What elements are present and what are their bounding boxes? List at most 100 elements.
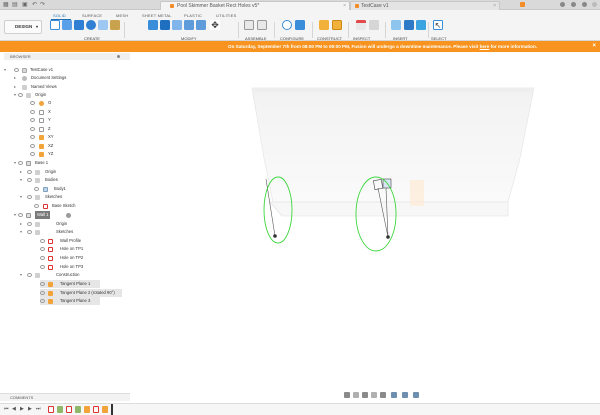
move-icon[interactable]: ✥ <box>210 20 220 30</box>
close-icon[interactable]: × <box>592 41 596 52</box>
play-icon[interactable]: ▶ <box>20 407 25 412</box>
wall-body[interactable] <box>251 87 535 203</box>
hole-icon[interactable] <box>98 20 108 30</box>
timeline-sketch-icon[interactable] <box>66 406 72 413</box>
eye-icon[interactable] <box>30 152 35 156</box>
configure-icon[interactable] <box>282 20 292 30</box>
eye-icon[interactable] <box>27 170 32 174</box>
display-settings-icon[interactable] <box>391 392 397 398</box>
timeline-extrude-icon[interactable] <box>75 406 81 413</box>
eye-icon[interactable] <box>40 239 45 243</box>
chevron-down-icon[interactable]: ▾ <box>20 176 24 184</box>
eye-icon[interactable] <box>40 282 45 286</box>
eye-icon[interactable] <box>30 101 35 105</box>
eye-icon[interactable] <box>27 230 32 234</box>
eye-icon[interactable] <box>18 161 23 165</box>
timeline-extrude-icon[interactable] <box>57 406 63 413</box>
step-back-icon[interactable]: ◀ <box>12 407 17 412</box>
pan-icon[interactable] <box>362 392 368 398</box>
new-tab-icon[interactable] <box>520 2 525 7</box>
pattern-icon[interactable] <box>110 20 120 30</box>
base-plate[interactable] <box>269 201 509 217</box>
eye-icon[interactable] <box>40 247 45 251</box>
eye-icon[interactable] <box>40 291 45 295</box>
save-icon[interactable]: ▣ <box>22 2 28 8</box>
timeline-plane-icon[interactable] <box>102 406 108 413</box>
eye-icon[interactable] <box>18 93 23 97</box>
parameters-icon[interactable] <box>295 20 305 30</box>
eye-icon[interactable] <box>27 222 32 226</box>
grid-settings-icon[interactable] <box>402 392 408 398</box>
eye-icon[interactable] <box>30 144 35 148</box>
browser-node-axis-z[interactable]: Z <box>26 125 86 133</box>
chevron-right-icon[interactable]: ▸ <box>14 83 18 91</box>
axis-icon[interactable] <box>332 20 342 30</box>
model-viewport[interactable] <box>130 52 600 390</box>
banner-link[interactable]: here <box>480 44 490 49</box>
extrude-icon[interactable] <box>74 20 84 30</box>
close-icon[interactable]: × <box>493 2 496 10</box>
browser-node-root[interactable]: ▾ TestCase v1 <box>4 66 104 74</box>
redo-icon[interactable]: ↷ <box>40 2 46 8</box>
chevron-right-icon[interactable]: ▸ <box>20 220 24 228</box>
browser-node-origin[interactable]: ▾ Origin <box>14 91 104 99</box>
shell-icon[interactable] <box>184 20 194 30</box>
eye-icon[interactable] <box>30 110 35 114</box>
viewports-icon[interactable] <box>413 392 419 398</box>
workspace-switcher-button[interactable]: DESIGN ▾ <box>4 20 42 34</box>
viewport-graphics[interactable] <box>130 52 600 390</box>
look-at-icon[interactable] <box>353 392 359 398</box>
tab-plastic[interactable]: PLASTIC <box>184 13 202 18</box>
undo-icon[interactable]: ↶ <box>32 2 38 8</box>
chamfer-icon[interactable] <box>172 20 182 30</box>
browser-node-tangent-plane-2[interactable]: Tangent Plane 2 (rotated 90°) <box>40 289 122 297</box>
chevron-right-icon[interactable]: ▸ <box>20 168 24 176</box>
chevron-down-icon[interactable]: ▾ <box>20 271 24 279</box>
browser-node-construction[interactable]: ▾ Construction <box>20 271 110 279</box>
skip-to-start-icon[interactable]: ⏮ <box>4 407 9 412</box>
browser-node-base-sketch[interactable]: Base Sketch <box>30 202 110 210</box>
fillet-icon[interactable] <box>160 20 170 30</box>
browser-node-base-origin[interactable]: ▸ Origin <box>20 168 110 176</box>
eye-icon[interactable] <box>34 187 39 191</box>
fit-icon[interactable] <box>380 392 386 398</box>
browser-node-document-settings[interactable]: ▸ Document Settings <box>14 74 104 82</box>
tab-sheet-metal[interactable]: SHEET METAL <box>142 13 172 18</box>
interference-icon[interactable] <box>369 20 379 30</box>
select-cursor-icon[interactable]: ↖ <box>433 20 443 30</box>
create-sketch-icon[interactable] <box>50 20 60 30</box>
eye-icon[interactable] <box>30 135 35 139</box>
browser-node-base-1[interactable]: ▾ Base 1 <box>14 159 104 167</box>
document-tab-pool-skimmer[interactable]: Pool Skimmer Basket Rect Holes v5* × <box>160 1 350 10</box>
new-component-icon[interactable] <box>62 20 72 30</box>
press-pull-icon[interactable] <box>148 20 158 30</box>
browser-node-wall-profile[interactable]: Wall Profile <box>40 237 120 245</box>
eye-icon[interactable] <box>27 195 32 199</box>
browser-node-axis-y[interactable]: Y <box>26 116 86 124</box>
browser-node-named-views[interactable]: ▸ Named Views <box>14 83 104 91</box>
eye-icon[interactable] <box>14 68 19 72</box>
timeline-plane-icon[interactable] <box>84 406 90 413</box>
browser-node-axis-x[interactable]: X <box>26 108 86 116</box>
tab-solid[interactable]: SOLID <box>53 13 66 18</box>
tab-surface[interactable]: SURFACE <box>82 13 102 18</box>
browser-node-plane-xy[interactable]: XY <box>26 133 86 141</box>
revolve-icon[interactable] <box>86 20 96 30</box>
help-icon[interactable] <box>571 2 576 7</box>
eye-icon[interactable] <box>34 204 39 208</box>
browser-node-base-sketches[interactable]: ▾ Sketches <box>20 193 110 201</box>
combine-icon[interactable] <box>196 20 206 30</box>
eye-icon[interactable] <box>18 213 23 217</box>
eye-icon[interactable] <box>40 299 45 303</box>
chevron-down-icon[interactable]: ▾ <box>20 228 24 236</box>
browser-node-plane-xz[interactable]: XZ <box>26 142 86 150</box>
insert-mesh-icon[interactable] <box>416 20 426 30</box>
new-joint-icon[interactable] <box>244 20 254 30</box>
browser-node-tangent-plane-1[interactable]: Tangent Plane 1 <box>40 280 100 288</box>
browser-node-wall-1[interactable]: ▾ Wall 1 <box>14 211 104 219</box>
orbit-icon[interactable] <box>344 392 350 398</box>
joint-icon[interactable] <box>257 20 267 30</box>
insert-derive-icon[interactable] <box>391 20 401 30</box>
collapse-icon[interactable] <box>117 55 120 58</box>
browser-node-origin-point[interactable]: O <box>26 99 86 107</box>
